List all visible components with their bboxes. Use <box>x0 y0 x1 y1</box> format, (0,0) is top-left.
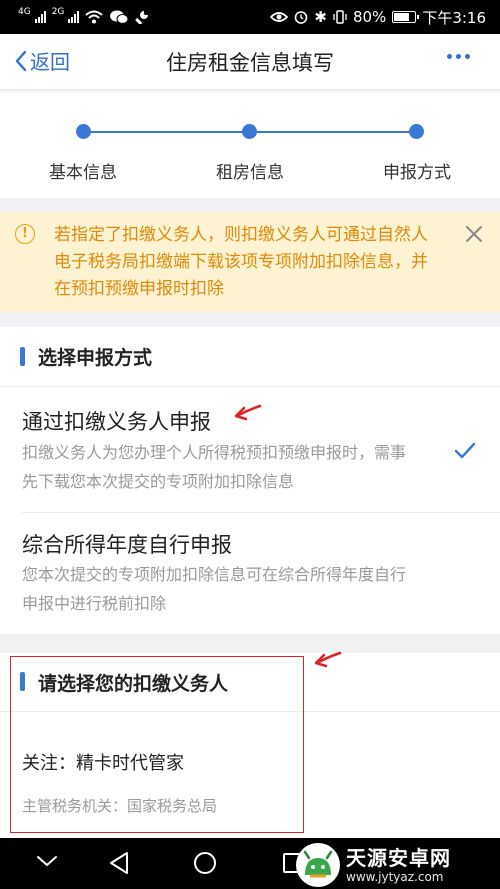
watermark-url: www.jytyaz.com <box>346 870 444 884</box>
step-progress: 基本信息 租房信息 申报方式 <box>0 92 500 198</box>
option-description: 扣缴义务人为您办理个人所得税预扣预缴申报时，需事先下载您本次提交的专项附加扣除信… <box>22 443 407 491</box>
step-dot-2 <box>242 124 257 139</box>
notice-text: 若指定了扣缴义务人，则扣缴义务人可通过自然人电子税务局扣缴端下载该项专项附加扣除… <box>54 225 428 299</box>
option-description: 您本次提交的专项附加扣除信息可在综合所得年度自行申报中进行税前扣除 <box>22 565 407 613</box>
home-circle-icon[interactable] <box>193 851 217 875</box>
vibrate-icon <box>333 10 347 24</box>
option-annual-self-report[interactable]: 综合所得年度自行申报 您本次提交的专项附加扣除信息可在综合所得年度自行申报中进行… <box>0 513 500 634</box>
alarm-icon <box>295 11 308 24</box>
warning-icon: ! <box>15 224 35 244</box>
page-title: 住房租金信息填写 <box>166 51 334 75</box>
step-label-rental: 租房信息 <box>216 163 284 183</box>
more-menu-icon[interactable] <box>447 54 470 59</box>
section-accent-bar <box>20 347 25 366</box>
report-method-header: 选择申报方式 <box>0 327 500 387</box>
withholding-agent-header: 请选择您的扣缴义务人 <box>0 653 500 712</box>
status-left: 4G 2G <box>18 6 149 25</box>
status-right: ✱ 80% 下午3:16 <box>270 7 486 28</box>
wrench-icon <box>135 11 149 24</box>
selected-payer[interactable]: 关注：精卡时代管家 <box>22 749 184 775</box>
watermark-logo-icon <box>296 843 340 887</box>
hide-keyboard-icon[interactable] <box>36 854 58 868</box>
clock: 下午3:16 <box>422 8 486 27</box>
tax-authority: 主管税务机关：国家税务总局 <box>22 797 218 815</box>
option-title: 通过扣缴义务人申报 <box>22 410 211 434</box>
step-label-method: 申报方式 <box>383 163 451 183</box>
watermark: 天源安卓网 www.jytyaz.com <box>296 843 492 887</box>
battery-icon <box>392 11 420 23</box>
section-accent-bar <box>20 672 25 691</box>
notice-banner: ! 若指定了扣缴义务人，则扣缴义务人可通过自然人电子税务局扣缴端下载该项专项附加… <box>0 212 500 312</box>
status-bar: 4G 2G ✱ 80% 下午3:16 <box>0 0 500 34</box>
battery-percent: 80% <box>352 8 387 26</box>
signal-icon <box>34 11 46 23</box>
watermark-text: 天源安卓网 www.jytyaz.com <box>346 846 451 884</box>
network-type-2: 2G <box>51 6 65 17</box>
annotation-arrow-icon <box>314 651 342 668</box>
withholding-agent-card: 请选择您的扣缴义务人 关注：精卡时代管家 主管税务机关：国家税务总局 <box>0 653 500 838</box>
network-type-1: 4G <box>18 6 31 17</box>
report-method-card: 选择申报方式 通过扣缴义务人申报 扣缴义务人为您办理个人所得税预扣预缴申报时，需… <box>0 327 500 634</box>
nav-bar: 返回 住房租金信息填写 <box>0 34 500 90</box>
wifi-icon <box>85 10 104 24</box>
eye-icon <box>270 12 289 22</box>
option-title: 综合所得年度自行申报 <box>22 533 232 557</box>
watermark-name: 天源安卓网 <box>346 846 451 870</box>
close-icon[interactable] <box>462 222 486 246</box>
wechat-icon <box>110 10 129 24</box>
step-dot-3 <box>409 124 424 139</box>
check-icon <box>454 442 476 459</box>
signal-icon-2 <box>68 11 80 23</box>
step-dot-1 <box>76 124 91 139</box>
annotation-arrow-icon <box>234 404 262 421</box>
report-method-title: 选择申报方式 <box>38 347 153 369</box>
back-triangle-icon[interactable] <box>108 851 130 875</box>
step-label-basic: 基本信息 <box>49 163 117 183</box>
bluetooth-icon: ✱ <box>314 7 327 26</box>
withholding-agent-title: 请选择您的扣缴义务人 <box>38 673 229 695</box>
